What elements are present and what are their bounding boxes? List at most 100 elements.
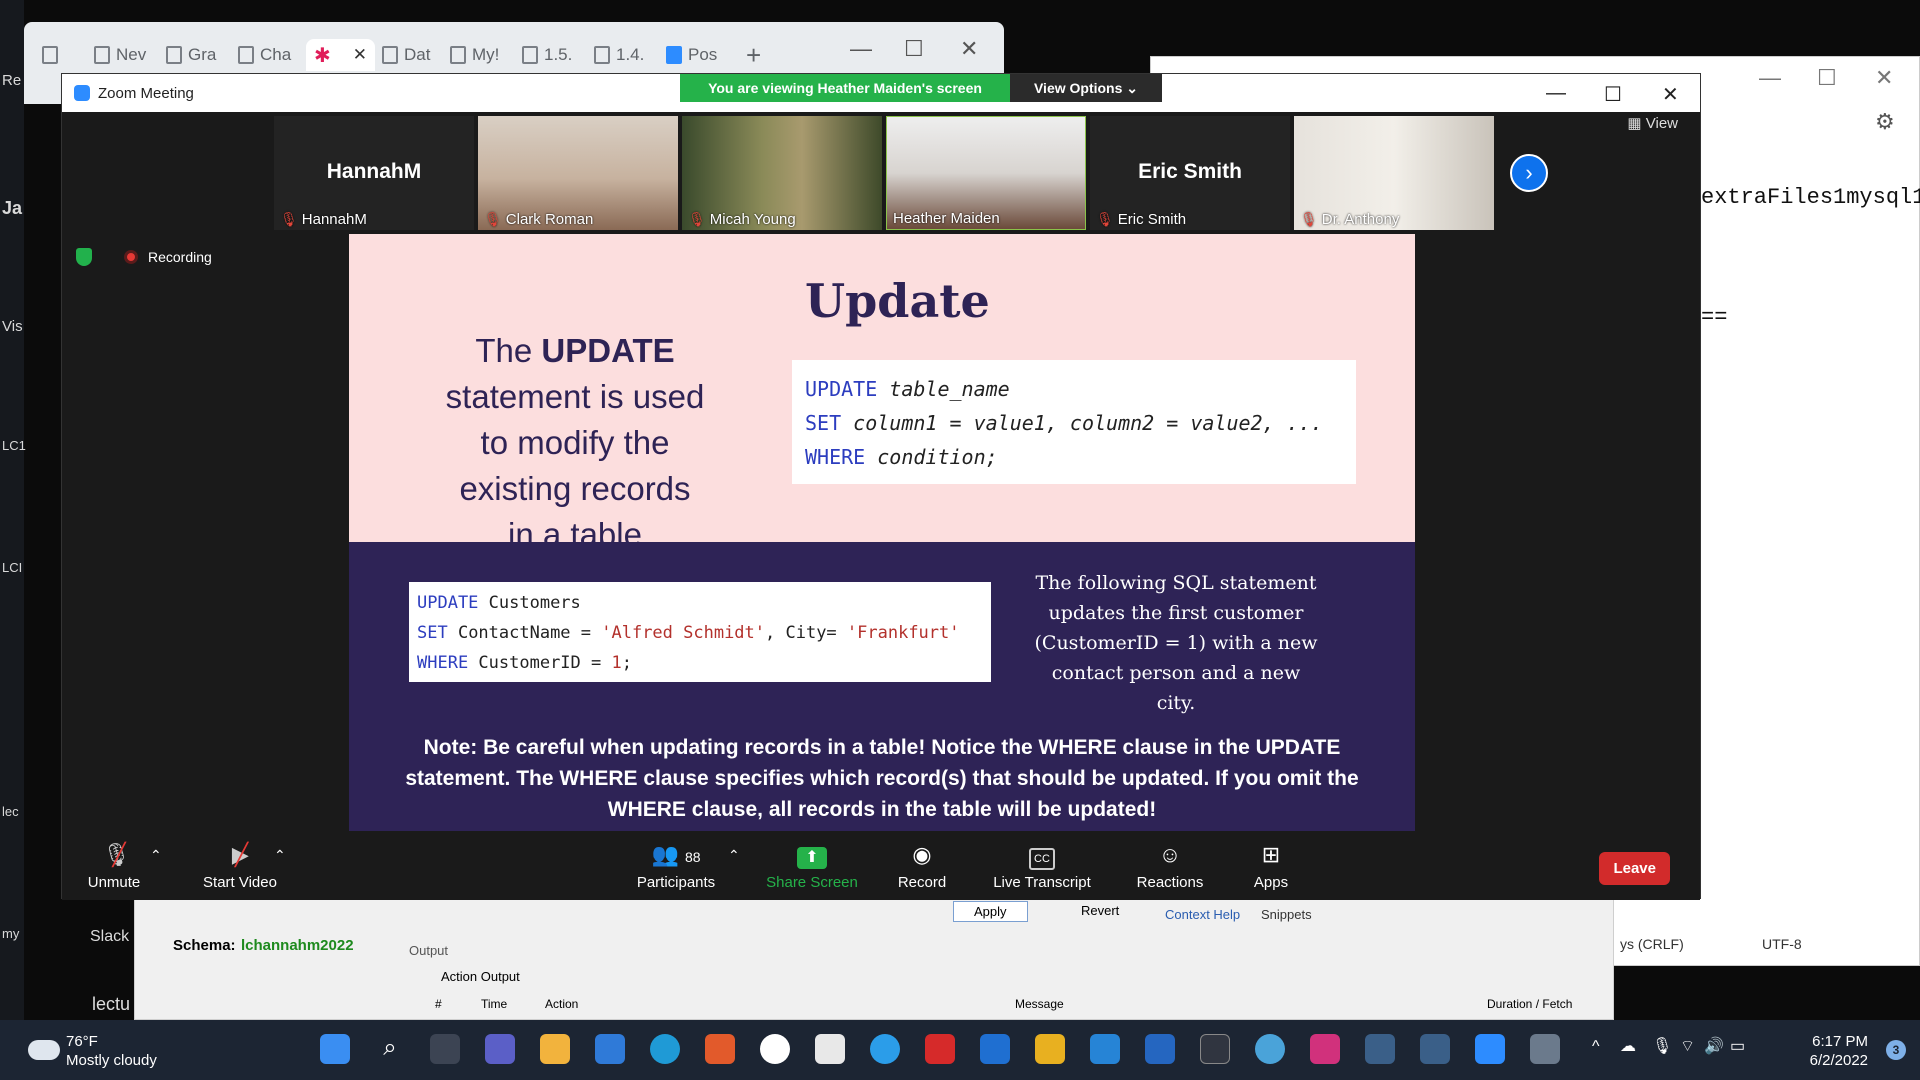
participant-name: Eric Smith <box>1117 211 1187 228</box>
edge-icon[interactable] <box>650 1034 680 1064</box>
github-icon[interactable] <box>760 1034 790 1064</box>
participant-name-label: 🎙 Clark Roman <box>484 211 593 228</box>
participant-name: HannahM <box>301 211 367 228</box>
weather-widget[interactable]: 76°F Mostly cloudy <box>28 1032 157 1070</box>
volume-icon[interactable]: 🔊 <box>1704 1036 1724 1056</box>
slide-title: Update <box>805 274 990 328</box>
participant-tile[interactable]: 🎙 Micah Young <box>682 116 882 230</box>
close-icon[interactable]: ✕ <box>353 45 367 65</box>
tab-icon-only[interactable] <box>42 39 58 71</box>
wifi-icon[interactable]: ⌔ <box>1680 1036 1695 1056</box>
sql-keyword: WHERE <box>805 445 866 469</box>
skype-icon[interactable] <box>870 1034 900 1064</box>
powershell-icon[interactable] <box>1145 1034 1175 1064</box>
maximize-icon[interactable]: ☐ <box>1604 82 1622 107</box>
clock[interactable]: 6:17 PM 6/2/2022 <box>1810 1032 1868 1070</box>
camera-icon[interactable] <box>1530 1034 1560 1064</box>
chevron-up-icon[interactable]: ^ <box>1592 1038 1600 1056</box>
participant-tile[interactable]: HannahM 🎙 HannahM <box>274 116 474 230</box>
unmute-button[interactable]: 🎙╱ Unmute <box>78 842 150 891</box>
snipping-tool-icon[interactable] <box>815 1034 845 1064</box>
minimize-icon[interactable]: — <box>1546 82 1566 105</box>
close-icon[interactable]: ✕ <box>960 36 978 62</box>
mysql-workbench-icon[interactable] <box>1420 1034 1450 1064</box>
participant-tile-active-speaker[interactable]: Heather Maiden <box>886 116 1086 230</box>
browser-tab[interactable]: 1.5. <box>522 39 572 71</box>
browser-tab[interactable]: 1.4. <box>594 39 644 71</box>
onedrive-icon[interactable]: ☁ <box>1620 1036 1636 1056</box>
revert-button[interactable]: Revert <box>1071 901 1129 920</box>
new-tab-button[interactable]: + <box>746 39 761 71</box>
column-header: Duration / Fetch <box>1487 997 1573 1011</box>
maximize-icon[interactable]: ☐ <box>904 36 924 62</box>
window-icon <box>42 46 58 64</box>
intellij-icon[interactable] <box>1310 1034 1340 1064</box>
minimize-icon[interactable]: — <box>850 36 872 62</box>
browser-tab[interactable]: Pos <box>666 39 717 71</box>
tool-icon[interactable] <box>1035 1034 1065 1064</box>
participant-tile[interactable]: 🎙 Dr. Anthony <box>1294 116 1494 230</box>
mysql-workbench-icon[interactable] <box>1365 1034 1395 1064</box>
tab-context-help[interactable]: Context Help <box>1165 907 1240 922</box>
teams-chat-icon[interactable] <box>485 1034 515 1064</box>
start-icon[interactable] <box>320 1034 350 1064</box>
browser-tab[interactable]: Nev <box>94 39 146 71</box>
video-options-caret[interactable]: ⌃ <box>274 842 286 874</box>
live-transcript-label: Live Transcript <box>993 874 1091 891</box>
audio-options-caret[interactable]: ⌃ <box>150 842 162 874</box>
participant-tile[interactable]: Eric Smith 🎙 Eric Smith <box>1090 116 1290 230</box>
zoom-icon[interactable] <box>1475 1034 1505 1064</box>
maximize-icon[interactable]: ☐ <box>1817 65 1837 91</box>
zoom-logo-icon <box>74 85 90 101</box>
live-transcript-button[interactable]: CC Live Transcript <box>980 842 1104 891</box>
browser-tab[interactable]: My! <box>450 39 499 71</box>
vscode-icon[interactable] <box>1090 1034 1120 1064</box>
mic-icon[interactable]: 🎙 <box>1652 1036 1672 1056</box>
browser-tab[interactable]: Cha <box>238 39 291 71</box>
reactions-button[interactable]: ☺ Reactions <box>1130 842 1210 891</box>
battery-icon[interactable]: ▭ <box>1730 1036 1745 1056</box>
next-page-arrow-icon[interactable]: › <box>1510 154 1548 192</box>
browser-tab[interactable]: Gra <box>166 39 216 71</box>
action-output-select[interactable]: Action Output <box>441 969 520 984</box>
terminal-icon[interactable] <box>1200 1034 1230 1064</box>
store-icon[interactable] <box>705 1034 735 1064</box>
code-text: ; <box>621 653 632 673</box>
task-view-icon[interactable] <box>430 1034 460 1064</box>
notification-badge[interactable]: 3 <box>1886 1040 1906 1060</box>
start-video-label: Start Video <box>203 874 277 891</box>
apply-button[interactable]: Apply <box>953 901 1028 922</box>
participants-button[interactable]: 👥 88 Participants <box>626 842 726 891</box>
close-icon[interactable]: ✕ <box>1662 82 1679 107</box>
column-header: Time <box>481 997 508 1011</box>
participant-tile[interactable]: 🎙 Clark Roman <box>478 116 678 230</box>
view-options-button[interactable]: View Options ⌄ <box>1010 74 1162 102</box>
weather-condition: Mostly cloudy <box>66 1052 157 1069</box>
bg-label: Vis <box>2 318 23 335</box>
view-button[interactable]: ▦ View <box>1627 114 1678 132</box>
mcafee-icon[interactable] <box>925 1034 955 1064</box>
sidebar-item-slack[interactable]: Slack <box>90 928 129 946</box>
tab-snippets[interactable]: Snippets <box>1261 907 1312 922</box>
file-explorer-icon[interactable] <box>540 1034 570 1064</box>
calendar-icon[interactable] <box>980 1034 1010 1064</box>
apps-button[interactable]: ⊞ Apps <box>1246 842 1296 891</box>
chrome-icon[interactable] <box>1255 1034 1285 1064</box>
record-button[interactable]: ◉ Record <box>882 842 962 891</box>
minimize-icon[interactable]: — <box>1759 65 1781 91</box>
gear-icon[interactable]: ⚙ <box>1875 109 1895 135</box>
date: 6/2/2022 <box>1809 1052 1868 1069</box>
participants-count: 88 <box>684 849 701 865</box>
shield-icon <box>76 248 92 266</box>
notepad-icon[interactable] <box>595 1034 625 1064</box>
share-screen-button[interactable]: ⬆ Share Screen <box>760 842 864 891</box>
sidebar-item-lectu[interactable]: lectu <box>92 994 130 1015</box>
browser-tab[interactable]: Dat <box>382 39 430 71</box>
participants-options-caret[interactable]: ⌃ <box>728 842 740 874</box>
search-icon[interactable]: ⌕ <box>375 1034 405 1064</box>
page-icon <box>166 46 182 64</box>
sql-keyword: SET <box>417 623 448 643</box>
browser-tab-active[interactable]: ✱ ✕ <box>306 39 376 71</box>
leave-button[interactable]: Leave <box>1599 852 1670 885</box>
close-icon[interactable]: ✕ <box>1875 65 1893 91</box>
